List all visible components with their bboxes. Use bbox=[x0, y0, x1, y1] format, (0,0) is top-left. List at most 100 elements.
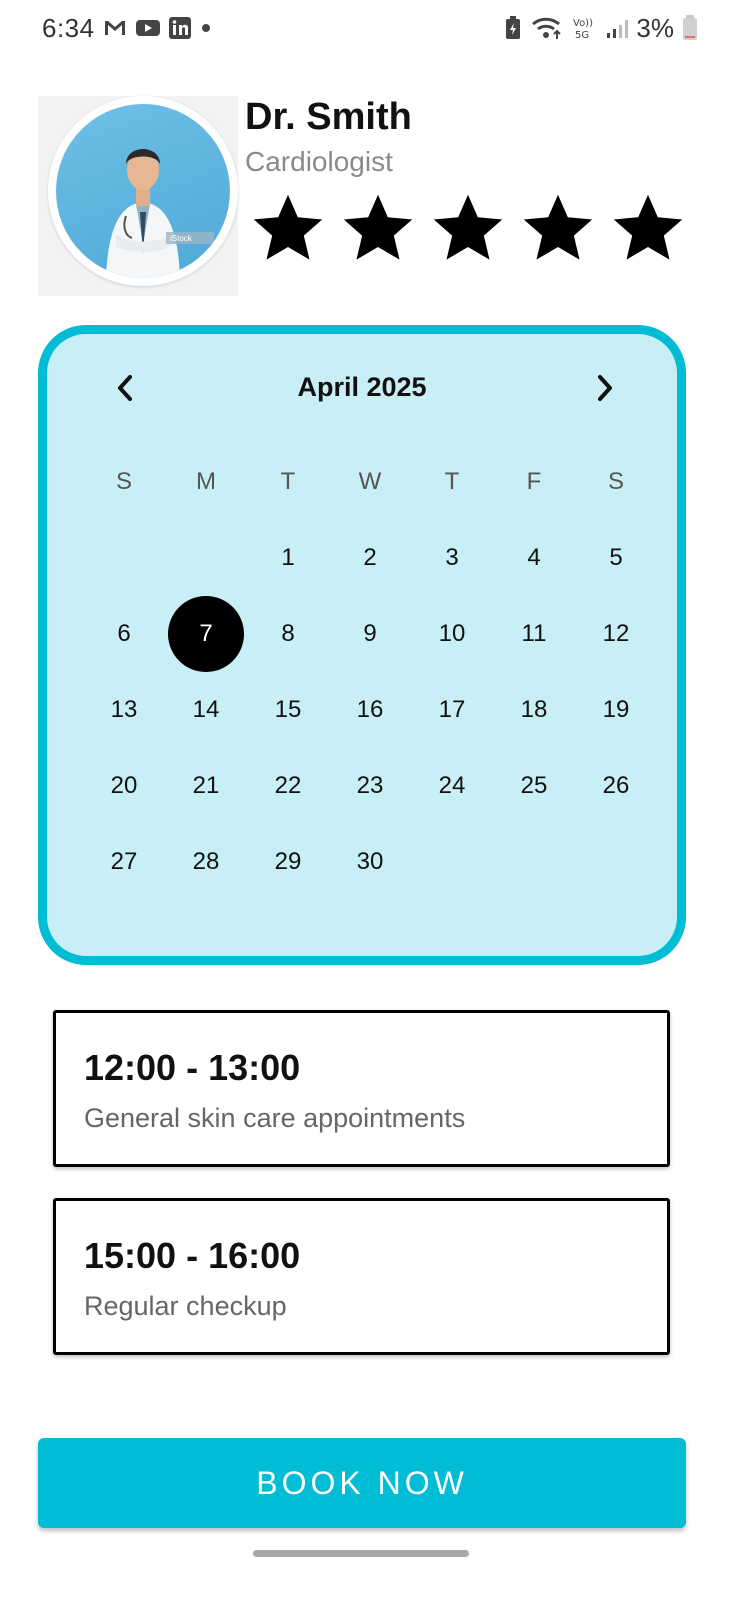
day-cell[interactable]: 11 bbox=[493, 596, 575, 672]
week-row: 1 2 3 4 5 bbox=[83, 520, 657, 596]
battery-icon bbox=[682, 15, 698, 41]
day-number: 11 bbox=[521, 620, 547, 647]
week-row: 6 7 8 9 10 11 12 bbox=[83, 596, 657, 672]
day-number: 20 bbox=[110, 772, 138, 799]
weekday-label: S bbox=[115, 468, 132, 495]
day-cell[interactable]: 20 bbox=[83, 748, 165, 824]
svg-text:Vo)): Vo)) bbox=[573, 18, 593, 29]
star-icon bbox=[433, 194, 503, 260]
doctor-header: iStock Dr. Smith Cardiologist bbox=[38, 90, 708, 300]
calendar-grid: S M T W T F S 1 2 3 4 5 6 7 8 9 10 11 12 13 14 15 16 17 18 19 20 21… bbox=[83, 444, 657, 900]
home-indicator[interactable] bbox=[253, 1550, 469, 1557]
day-number: 2 bbox=[363, 544, 377, 571]
day-number: 9 bbox=[363, 620, 377, 647]
day-cell[interactable]: 3 bbox=[411, 520, 493, 596]
day-cell[interactable]: 9 bbox=[329, 596, 411, 672]
day-cell[interactable]: 23 bbox=[329, 748, 411, 824]
signal-icon bbox=[606, 17, 629, 39]
day-number: 29 bbox=[274, 848, 302, 875]
day-cell[interactable]: 22 bbox=[247, 748, 329, 824]
day-number: 1 bbox=[281, 544, 295, 571]
slot-time: 15:00 - 16:00 bbox=[84, 1235, 301, 1276]
empty-day-cell bbox=[165, 520, 247, 596]
empty-day-cell bbox=[411, 824, 493, 900]
empty-day-cell bbox=[83, 520, 165, 596]
weekday-label: M bbox=[196, 468, 216, 495]
status-time: 6:34 bbox=[42, 12, 95, 43]
day-number: 4 bbox=[527, 544, 541, 571]
empty-day-cell bbox=[575, 824, 657, 900]
day-cell[interactable]: 12 bbox=[575, 596, 657, 672]
weekday-label: T bbox=[444, 468, 460, 495]
day-cell[interactable]: 18 bbox=[493, 672, 575, 748]
calendar-month-title: April 2025 bbox=[297, 372, 427, 402]
time-slot-card[interactable]: 15:00 - 16:00 Regular checkup bbox=[53, 1198, 670, 1355]
day-cell[interactable]: 27 bbox=[83, 824, 165, 900]
slot-time: 12:00 - 13:00 bbox=[84, 1047, 301, 1088]
weekday-label: W bbox=[358, 468, 382, 495]
day-cell[interactable]: 14 bbox=[165, 672, 247, 748]
day-cell[interactable]: 5 bbox=[575, 520, 657, 596]
avatar-background: iStock bbox=[38, 96, 238, 296]
day-cell[interactable]: 8 bbox=[247, 596, 329, 672]
day-cell[interactable]: 6 bbox=[83, 596, 165, 672]
day-cell[interactable]: 29 bbox=[247, 824, 329, 900]
day-cell[interactable]: 30 bbox=[329, 824, 411, 900]
doctor-photo: iStock bbox=[56, 104, 230, 278]
day-number: 15 bbox=[274, 696, 302, 723]
day-number: 16 bbox=[356, 696, 384, 723]
day-number: 5 bbox=[609, 544, 623, 571]
day-cell[interactable]: 1 bbox=[247, 520, 329, 596]
day-number: 25 bbox=[520, 772, 548, 799]
day-number: 30 bbox=[356, 848, 384, 875]
day-cell[interactable]: 17 bbox=[411, 672, 493, 748]
week-row: 20 21 22 23 24 25 26 bbox=[83, 748, 657, 824]
day-cell[interactable]: 13 bbox=[83, 672, 165, 748]
day-number: 28 bbox=[192, 848, 220, 875]
weekday-label: F bbox=[526, 468, 542, 495]
day-number: 17 bbox=[438, 696, 466, 723]
next-month-button[interactable] bbox=[585, 368, 625, 408]
day-number: 7 bbox=[168, 596, 244, 672]
day-number: 24 bbox=[438, 772, 466, 799]
day-number: 21 bbox=[192, 772, 220, 799]
day-number: 18 bbox=[520, 696, 548, 723]
doctor-name: Dr. Smith bbox=[245, 96, 412, 138]
weekday-label: T bbox=[280, 468, 296, 495]
day-number: 26 bbox=[602, 772, 630, 799]
day-cell[interactable]: 10 bbox=[411, 596, 493, 672]
weekday-row: SMTWTFS bbox=[83, 444, 657, 520]
day-number: 3 bbox=[445, 544, 459, 571]
day-cell[interactable]: 25 bbox=[493, 748, 575, 824]
weekday-label: S bbox=[607, 468, 624, 495]
day-cell[interactable]: 19 bbox=[575, 672, 657, 748]
day-cell[interactable]: 4 bbox=[493, 520, 575, 596]
doctor-avatar: iStock bbox=[48, 96, 238, 286]
time-slot-card[interactable]: 12:00 - 13:00 General skin care appointm… bbox=[53, 1010, 670, 1167]
day-cell[interactable]: 16 bbox=[329, 672, 411, 748]
chevron-right-icon bbox=[598, 375, 612, 401]
youtube-icon bbox=[135, 18, 161, 38]
day-cell[interactable]: 28 bbox=[165, 824, 247, 900]
appointment-screen: 6:34 Vo)) 5G 3% iStock Dr. Smith Cardiol… bbox=[0, 0, 738, 1600]
day-cell[interactable]: 2 bbox=[329, 520, 411, 596]
day-number: 10 bbox=[438, 620, 466, 647]
slot-description: General skin care appointments bbox=[84, 1103, 466, 1133]
selected-day-cell[interactable]: 7 bbox=[165, 596, 247, 672]
dot-icon bbox=[199, 21, 213, 35]
book-now-button[interactable]: BOOK NOW bbox=[38, 1438, 686, 1528]
photo-watermark: iStock bbox=[170, 234, 193, 243]
status-left: 6:34 bbox=[42, 13, 213, 44]
slot-description: Regular checkup bbox=[84, 1291, 287, 1321]
star-icon bbox=[343, 194, 413, 260]
calendar: April 2025 S M T W T F S 1 2 3 4 5 6 7 8 9 10 11 12 13 14 15 1… bbox=[38, 325, 686, 965]
calendar-header: April 2025 bbox=[47, 364, 677, 414]
star-icon bbox=[613, 194, 683, 260]
day-cell[interactable]: 26 bbox=[575, 748, 657, 824]
doctor-rating bbox=[250, 190, 686, 266]
day-cell[interactable]: 15 bbox=[247, 672, 329, 748]
svg-text:5G: 5G bbox=[575, 30, 589, 41]
day-cell[interactable]: 24 bbox=[411, 748, 493, 824]
day-cell[interactable]: 21 bbox=[165, 748, 247, 824]
battery-percent: 3% bbox=[636, 12, 674, 43]
